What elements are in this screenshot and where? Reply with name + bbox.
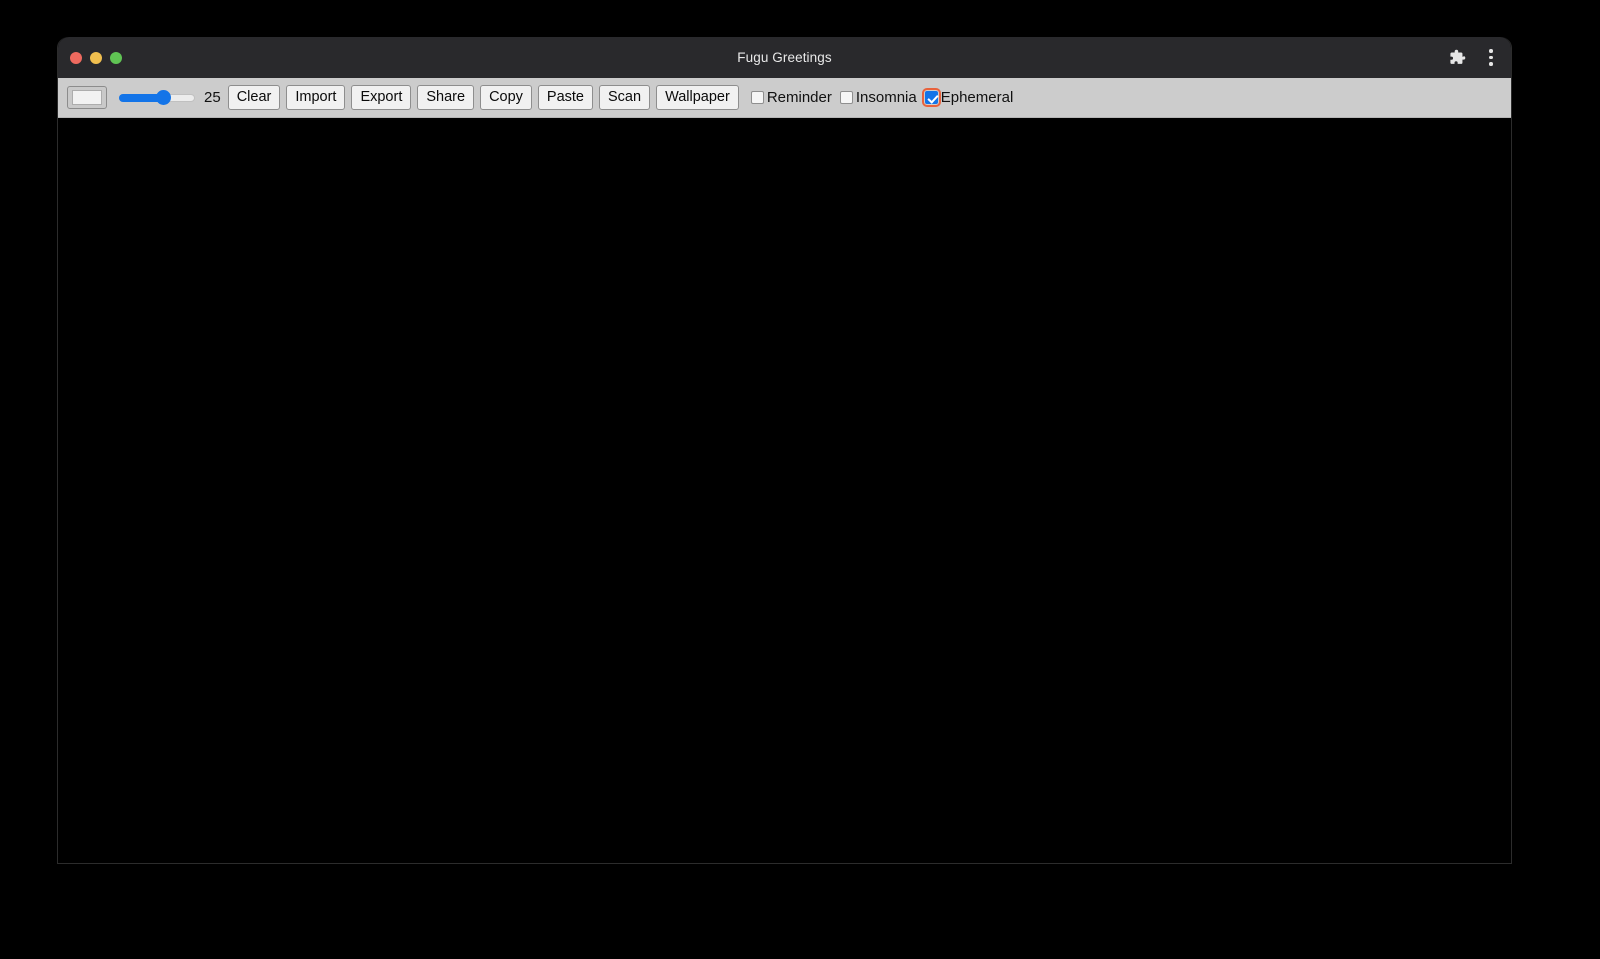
ephemeral-checkbox-box[interactable] <box>921 88 941 107</box>
app-window: Fugu Greetings 25 Clear Import Export Sh… <box>57 37 1512 864</box>
titlebar-actions <box>1447 48 1501 68</box>
insomnia-checkbox-box[interactable] <box>839 91 853 104</box>
reminder-checkbox[interactable]: Reminder <box>750 89 838 106</box>
scan-button[interactable]: Scan <box>599 84 651 111</box>
maximize-window-button[interactable] <box>110 51 122 64</box>
slider-thumb[interactable] <box>156 90 172 105</box>
color-picker-input[interactable] <box>67 86 107 109</box>
toolbar-checkbox-group: Reminder Insomnia Ephemeral <box>750 88 1021 107</box>
menu-dot <box>1489 49 1493 53</box>
wallpaper-button[interactable]: Wallpaper <box>656 84 739 111</box>
screen: Fugu Greetings 25 Clear Import Export Sh… <box>0 0 1600 959</box>
close-window-button[interactable] <box>70 51 82 64</box>
slider-fill <box>119 93 161 102</box>
browser-menu-icon[interactable] <box>1481 48 1501 68</box>
color-picker-swatch <box>72 90 102 105</box>
app-toolbar: 25 Clear Import Export Share Copy Paste … <box>58 78 1511 118</box>
reminder-checkbox-label: Reminder <box>766 89 832 106</box>
extensions-icon[interactable] <box>1447 48 1467 68</box>
clear-button[interactable]: Clear <box>227 84 281 111</box>
insomnia-checkbox-label: Insomnia <box>855 89 917 106</box>
menu-dot <box>1489 62 1493 66</box>
share-button[interactable]: Share <box>417 84 475 111</box>
slider-value-label: 25 <box>204 89 221 106</box>
line-width-slider[interactable] <box>119 88 195 108</box>
menu-dot <box>1489 55 1493 60</box>
window-title: Fugu Greetings <box>737 50 832 65</box>
title-bar[interactable]: Fugu Greetings <box>58 37 1511 78</box>
traffic-light-controls <box>70 51 122 64</box>
insomnia-checkbox[interactable]: Insomnia <box>839 89 923 106</box>
minimize-window-button[interactable] <box>90 51 102 64</box>
drawing-canvas[interactable] <box>58 118 1511 863</box>
ephemeral-checkbox-label: Ephemeral <box>940 89 1014 106</box>
paste-button[interactable]: Paste <box>537 84 594 111</box>
export-button[interactable]: Export <box>351 84 412 111</box>
import-button[interactable]: Import <box>286 84 346 111</box>
copy-button[interactable]: Copy <box>480 84 532 111</box>
ephemeral-checkbox[interactable]: Ephemeral <box>921 88 1020 107</box>
reminder-checkbox-box[interactable] <box>750 91 764 104</box>
